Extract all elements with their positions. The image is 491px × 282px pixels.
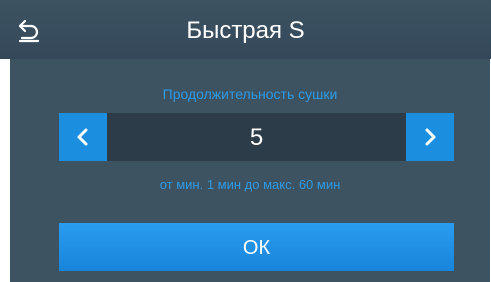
page-title: Быстрая S	[186, 17, 305, 44]
chevron-left-icon	[77, 128, 88, 146]
settings-panel: Продолжительность сушки 5 от мин. 1 мин …	[10, 59, 490, 282]
ok-button[interactable]: ОК	[59, 223, 454, 271]
value-display: 5	[249, 124, 264, 151]
header-bar: Быстрая S	[0, 0, 491, 59]
decrement-button[interactable]	[59, 113, 107, 161]
increment-button[interactable]	[406, 113, 454, 161]
back-arrow-icon	[18, 19, 40, 42]
back-button[interactable]	[0, 0, 60, 59]
value-stepper: 5	[59, 113, 454, 161]
chevron-right-icon	[425, 128, 436, 146]
range-hint: от мин. 1 мин до макс. 60 мин	[159, 177, 341, 192]
screen: Быстрая S Продолжительность сушки 5 от м…	[0, 0, 491, 282]
parameter-label: Продолжительность сушки	[162, 86, 338, 102]
